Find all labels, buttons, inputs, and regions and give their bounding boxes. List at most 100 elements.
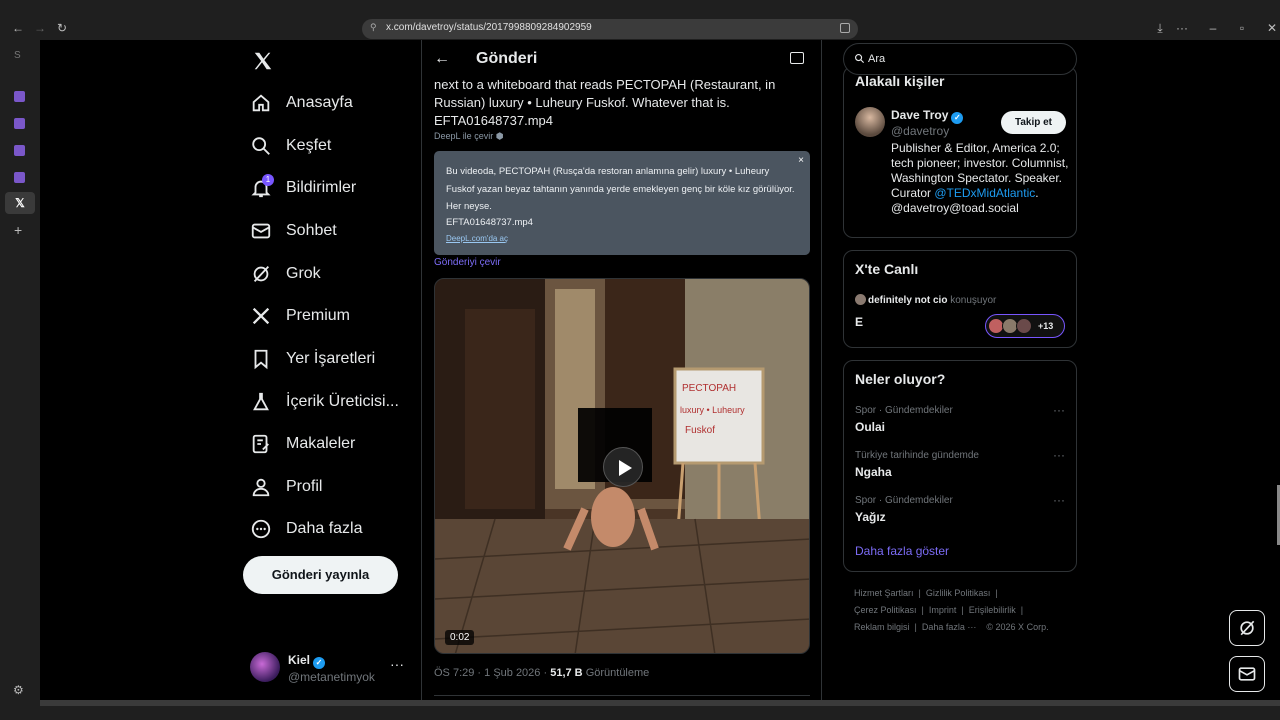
listeners-pill[interactable]: +13 xyxy=(985,314,1065,338)
bookmark-icon xyxy=(254,349,268,370)
trend-item[interactable]: Spor · Gündemdekiler Yağız ··· xyxy=(855,493,1065,524)
search-box[interactable]: Ara xyxy=(843,43,1077,75)
url-text[interactable]: x.com/davetroy/status/201799880928490295… xyxy=(386,22,592,33)
nav-label: Grok xyxy=(286,265,321,282)
more-icon[interactable]: ··· xyxy=(1053,448,1065,462)
user-bio: Publisher & Editor, America 2.0; tech pi… xyxy=(891,141,1071,216)
messages-button[interactable] xyxy=(1229,656,1265,692)
translation-file: EFTA01648737.mp4 xyxy=(446,216,533,228)
forward-icon[interactable]: → xyxy=(32,20,48,36)
tweet-text: next to a whiteboard that reads PECTOPAH… xyxy=(434,77,776,110)
minimize-icon[interactable]: – xyxy=(1205,20,1221,36)
footer-link-cookies[interactable]: Çerez Politikası xyxy=(854,605,917,615)
account-name-row: Kiel ✓ xyxy=(288,653,326,669)
follow-button[interactable]: Takip et xyxy=(1001,111,1066,134)
sidebar-app-icon[interactable] xyxy=(14,91,25,102)
more-icon[interactable]: ··· xyxy=(390,656,404,672)
x-logo-icon xyxy=(252,307,270,325)
divider xyxy=(434,695,810,696)
space-title[interactable]: E xyxy=(855,315,863,329)
nav-item-articles[interactable]: Makaleler xyxy=(250,429,355,459)
close-window-icon[interactable]: ✕ xyxy=(1264,20,1280,36)
trend-category: Spor · Gündemdekiler xyxy=(855,405,953,416)
video-timestamp: 0:02 xyxy=(445,630,475,645)
nav-item-profile[interactable]: Profil xyxy=(250,472,322,502)
post-button[interactable]: Gönderi yayınla xyxy=(243,556,398,594)
site-info-icon[interactable]: ⚲ xyxy=(370,22,382,34)
add-icon[interactable]: + xyxy=(14,222,22,238)
download-icon[interactable]: ⤓ xyxy=(1152,20,1168,36)
menu-icon[interactable]: ··· xyxy=(1174,20,1190,36)
x-logo-icon[interactable] xyxy=(252,50,274,72)
x-tab-icon[interactable]: 𝕏 xyxy=(5,192,35,214)
user-name-row[interactable]: Dave Troy ✓ xyxy=(891,108,964,124)
footer-copyright: © 2026 X Corp. xyxy=(986,622,1049,632)
sidebar-app-icon[interactable] xyxy=(14,118,25,129)
article-icon xyxy=(252,434,269,454)
back-icon[interactable]: ← xyxy=(10,20,26,36)
user-handle[interactable]: @davetroy xyxy=(891,124,949,138)
nav-item-creator[interactable]: İçerik Üreticisi... xyxy=(250,387,399,417)
footer-link-accessibility[interactable]: Erişilebilirlik xyxy=(969,605,1016,615)
video-player[interactable]: PECTOPAH luxury • Luheury Fuskof 0:02 xyxy=(434,278,810,654)
footer-link-ads[interactable]: Reklam bilgisi xyxy=(854,622,910,632)
mail-icon xyxy=(251,223,271,239)
close-icon[interactable]: × xyxy=(798,155,804,166)
deepl-translate-link[interactable]: DeepL ile çevir ⬢ xyxy=(434,131,504,142)
footer-link-terms[interactable]: Hizmet Şartları xyxy=(854,588,914,598)
nav-label: Daha fazla xyxy=(286,520,363,537)
more-icon[interactable]: ··· xyxy=(1053,493,1065,507)
sidebar-app-icon[interactable] xyxy=(14,172,25,183)
post-time[interactable]: ÖS 7:29 xyxy=(434,667,474,679)
post-column: next to a whiteboard that reads PECTOPAH… xyxy=(421,40,822,700)
card-title: Alakalı kişiler xyxy=(855,73,945,89)
nav-item-explore[interactable]: Keşfet xyxy=(250,131,331,161)
grok-icon xyxy=(253,266,270,282)
reader-icon[interactable] xyxy=(790,52,804,64)
grok-button[interactable] xyxy=(1229,610,1265,646)
maximize-icon[interactable]: ▫ xyxy=(1234,20,1250,36)
whiteboard-line-3: Fuskof xyxy=(685,425,715,436)
trend-item[interactable]: Türkiye tarihinde gündemde Ngaha ··· xyxy=(855,448,1065,479)
nav-label: Makaleler xyxy=(286,435,356,452)
speaker-avatar xyxy=(855,294,866,305)
play-icon[interactable] xyxy=(603,447,643,487)
avatar[interactable] xyxy=(855,107,885,137)
nav-label: Bildirimler xyxy=(286,179,357,196)
nav-item-bookmarks[interactable]: Yer İşaretleri xyxy=(250,344,375,374)
footer-link-privacy[interactable]: Gizlilik Politikası xyxy=(926,588,991,598)
settings-icon[interactable]: ⚙ xyxy=(13,683,24,697)
more-icon[interactable]: ··· xyxy=(1053,403,1065,417)
nav-item-notifications[interactable]: 1 Bildirimler xyxy=(250,173,356,203)
footer-links: Hizmet Şartları | Gizlilik Politikası | Çer… xyxy=(854,588,1049,632)
search-icon xyxy=(252,137,270,155)
deepl-icon: ⬢ xyxy=(495,131,504,141)
nav-item-grok[interactable]: Grok xyxy=(250,259,321,289)
nav-item-home[interactable]: Anasayfa xyxy=(250,88,353,118)
tweet-file: EFTA01648737.mp4 xyxy=(434,113,553,128)
address-bar[interactable]: ⚲ x.com/davetroy/status/2017998809284902… xyxy=(362,19,858,39)
right-sidebar: Alakalı kişiler Dave Troy ✓ @davetroy Tak… xyxy=(843,40,1077,700)
status-bar xyxy=(0,700,1280,720)
footer-link-imprint[interactable]: Imprint xyxy=(929,605,957,615)
nav-label: Sohbet xyxy=(286,222,337,239)
back-arrow-icon[interactable]: ← xyxy=(434,50,450,68)
account-switcher[interactable]: Kiel ✓ @metanetimyok ··· xyxy=(250,650,410,690)
search-input[interactable]: Ara xyxy=(868,53,885,65)
footer-link-more[interactable]: Daha fazla ··· xyxy=(922,622,977,632)
card-title: Neler oluyor? xyxy=(855,371,946,387)
post-date[interactable]: 1 Şub 2026 xyxy=(484,667,540,679)
nav-item-chat[interactable]: Sohbet xyxy=(250,216,337,246)
speaking-label: konuşuyor xyxy=(950,295,997,306)
tweet-body: next to a whiteboard that reads PECTOPAH… xyxy=(434,76,804,130)
bio-mention-link[interactable]: @TEDxMidAtlantic xyxy=(934,186,1035,200)
trend-item[interactable]: Spor · Gündemdekiler Oulai ··· xyxy=(855,403,1065,434)
reader-mode-icon[interactable] xyxy=(840,23,850,33)
sidebar-app-icon[interactable] xyxy=(14,145,25,156)
nav-item-premium[interactable]: Premium xyxy=(250,301,350,331)
translate-post-link[interactable]: Gönderiyi çevir xyxy=(434,257,501,268)
reload-icon[interactable]: ↻ xyxy=(54,20,70,36)
nav-item-more[interactable]: Daha fazla xyxy=(250,514,363,544)
show-more-link[interactable]: Daha fazla göster xyxy=(855,544,949,558)
deepl-open-link[interactable]: DeepL.com'da aç xyxy=(446,234,798,243)
